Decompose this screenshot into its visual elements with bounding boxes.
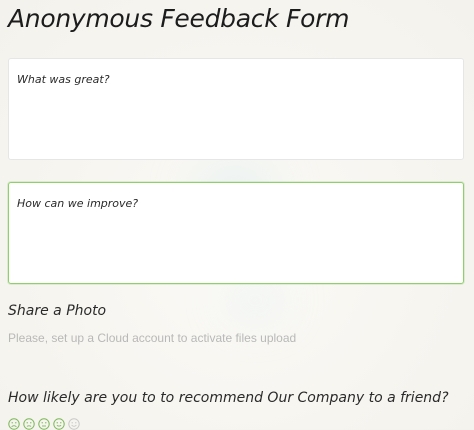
unhappy-face-icon[interactable] xyxy=(23,418,35,430)
how-can-we-improve-placeholder: How can we improve? xyxy=(17,197,139,210)
what-was-great-placeholder: What was great? xyxy=(17,73,110,86)
how-can-we-improve-textarea[interactable]: How can we improve? xyxy=(8,182,464,284)
what-was-great-textarea[interactable]: What was great? xyxy=(8,58,464,160)
happy-face-icon[interactable] xyxy=(53,418,65,430)
background-decoration xyxy=(225,280,285,320)
upload-notice: Please, set up a Cloud account to activa… xyxy=(8,331,297,345)
share-photo-label: Share a Photo xyxy=(8,303,107,319)
form-title: Anonymous Feedback Form xyxy=(8,4,350,33)
very-unhappy-face-icon[interactable] xyxy=(8,418,20,430)
rating-scale xyxy=(8,418,80,430)
very-happy-face-icon[interactable] xyxy=(68,418,80,430)
neutral-face-icon[interactable] xyxy=(38,418,50,430)
recommend-question: How likely are you to to recommend Our C… xyxy=(8,390,449,406)
